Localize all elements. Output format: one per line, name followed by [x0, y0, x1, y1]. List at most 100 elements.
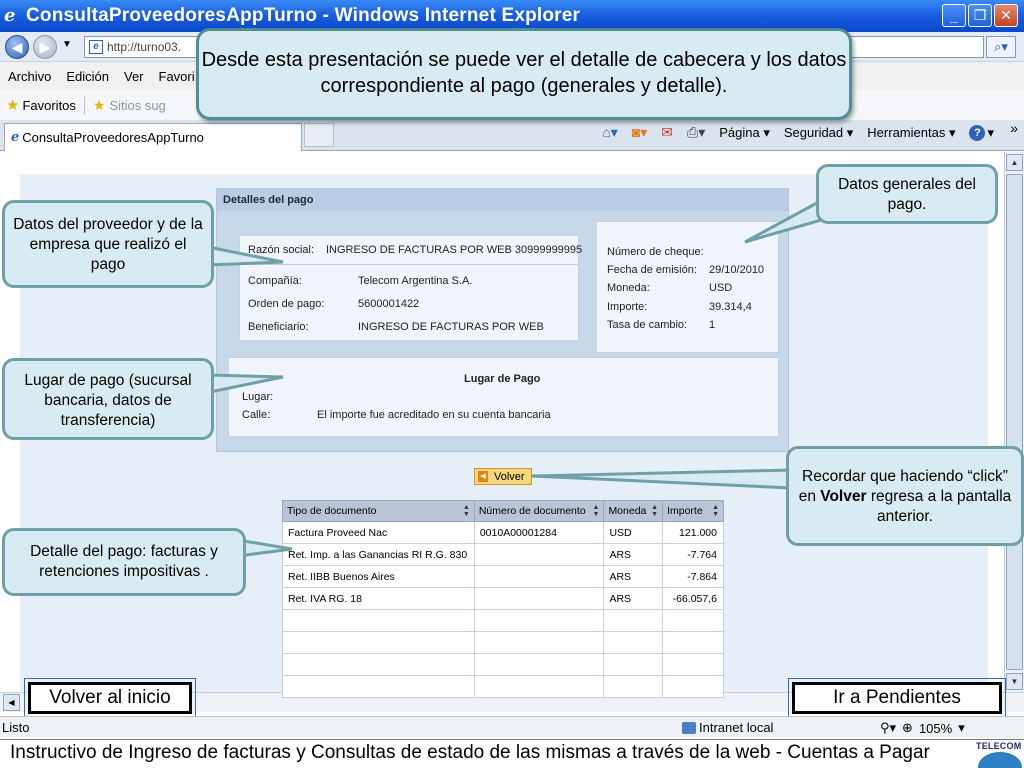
- pagina-menu[interactable]: Página ▾: [719, 125, 770, 141]
- orden-value: 5600001422: [358, 298, 420, 310]
- razon-value: INGRESO DE FACTURAS POR WEB 30999999995: [326, 244, 583, 256]
- scroll-left-icon[interactable]: ◀: [3, 694, 20, 711]
- history-dropdown-icon[interactable]: ▼: [62, 39, 72, 50]
- new-tab-button[interactable]: [304, 123, 334, 147]
- tab-bar: e ConsultaProveedoresAppTurno ⌂▾ ◙▾ ✉ ⎙▾…: [0, 120, 1024, 151]
- sort-icon[interactable]: ▲ ▼: [593, 504, 600, 518]
- maximize-button[interactable]: ❐: [968, 4, 992, 27]
- table-row[interactable]: Factura Proveed Nac 0010A00001284 USD 121.0…: [282, 521, 724, 544]
- lugar-title: Lugar de Pago: [464, 373, 541, 385]
- general-data-box: Número de cheque: Fecha de emisión: 29/1…: [596, 221, 779, 353]
- sort-icon[interactable]: ▲ ▼: [463, 504, 470, 518]
- zoom-level: 105%: [918, 720, 953, 736]
- suggested-sites-link[interactable]: Sitios sug: [109, 98, 165, 113]
- col-moneda[interactable]: Moneda ▲ ▼: [603, 500, 664, 522]
- scroll-down-icon[interactable]: ▼: [1006, 673, 1023, 690]
- menu-favoritos[interactable]: Favori: [159, 69, 195, 84]
- feeds-icon[interactable]: ◙▾: [632, 124, 647, 141]
- callout-generales: Datos generales del pago.: [816, 164, 998, 224]
- favorites-button[interactable]: Favoritos: [22, 98, 75, 113]
- moneda-value: USD: [709, 282, 733, 294]
- vertical-scrollbar[interactable]: ▲ ▼: [1004, 152, 1024, 692]
- col-tipo-documento[interactable]: Tipo de documento ▲ ▼: [282, 500, 475, 522]
- chevron-more-icon[interactable]: »: [1010, 120, 1018, 136]
- close-button[interactable]: ✕: [994, 4, 1018, 27]
- ir-pendientes-button[interactable]: Ir a Pendientes: [788, 678, 1006, 718]
- cheque-label: Número de cheque:: [607, 246, 704, 258]
- home-icon[interactable]: ⌂▾: [602, 124, 617, 141]
- beneficiario-label: Beneficiario:: [248, 321, 309, 333]
- callout-volver: Recordar que haciendo “click” en Volver …: [786, 446, 1024, 546]
- callout-proveedor: Datos del proveedor y de la empresa que …: [2, 200, 214, 288]
- url-text: http://turno03.: [107, 40, 182, 54]
- telecom-logo: TELECOM: [970, 740, 1024, 768]
- divider: [240, 264, 578, 265]
- tab-title: ConsultaProveedoresAppTurno: [22, 129, 204, 145]
- menu-archivo[interactable]: Archivo: [8, 69, 51, 84]
- security-zone: Intranet local: [682, 720, 773, 735]
- table-row[interactable]: Ret. IIBB Buenos Aires ARS -7.864: [282, 565, 724, 588]
- menu-ver[interactable]: Ver: [124, 69, 144, 84]
- importe-value: 39.314,4: [709, 301, 752, 313]
- razon-label: Razón social:: [248, 244, 315, 256]
- logo-text: TELECOM: [976, 741, 1022, 751]
- volver-label: Volver: [494, 470, 525, 483]
- back-button[interactable]: ◀: [5, 35, 29, 59]
- window-title: ConsultaProveedoresAppTurno - Windows In…: [26, 5, 581, 26]
- col-importe[interactable]: Importe ▲ ▼: [662, 500, 724, 522]
- mail-icon[interactable]: ✉: [661, 124, 673, 141]
- orden-label: Orden de pago:: [248, 298, 325, 310]
- ie-logo-icon: e: [4, 5, 16, 26]
- separator: [83, 96, 85, 114]
- favorites-star-icon: ★: [6, 97, 20, 114]
- menu-edicion[interactable]: Edición: [66, 69, 109, 84]
- slide-footer: Instructivo de Ingreso de facturas y Con…: [0, 739, 1024, 768]
- add-favorite-icon[interactable]: ★: [93, 97, 106, 114]
- tab-consulta[interactable]: e ConsultaProveedoresAppTurno: [4, 123, 302, 151]
- beneficiario-value: INGRESO DE FACTURAS POR WEB: [358, 321, 544, 333]
- fecha-value: 29/10/2010: [709, 264, 765, 276]
- volver-button[interactable]: ◀ Volver: [474, 468, 532, 485]
- calle-value: El importe fue acreditado en su cuenta b…: [317, 409, 551, 421]
- seguridad-menu[interactable]: Seguridad ▾: [784, 125, 853, 141]
- compania-label: Compañía:: [248, 275, 302, 287]
- forward-button[interactable]: ▶: [33, 35, 57, 59]
- lugar-label: Lugar:: [242, 391, 274, 403]
- panel-title: Detalles del pago: [217, 189, 788, 211]
- calle-label: Calle:: [242, 409, 271, 421]
- command-bar: ⌂▾ ◙▾ ✉ ⎙▾ Página ▾ Seguridad ▾ Herramie…: [602, 124, 994, 141]
- footer-text: Instructivo de Ingreso de facturas y Con…: [10, 742, 930, 763]
- col-numero-documento[interactable]: Número de documento ▲ ▼: [473, 500, 605, 522]
- help-menu[interactable]: ? ▾: [969, 124, 994, 141]
- zoom-icon: ⊕: [902, 720, 913, 735]
- search-icon[interactable]: ⌕▾: [986, 36, 1016, 58]
- window-controls: _ ❐ ✕: [942, 4, 1018, 27]
- table-row[interactable]: Ret. IVA RG. 18 ARS -66.057,6: [282, 587, 724, 610]
- payment-detail-table: Tipo de documento ▲ ▼ Número de documento ▲…: [282, 500, 724, 698]
- moneda-label: Moneda:: [607, 282, 650, 294]
- payment-place-box: Lugar de Pago Lugar: Calle: El importe f…: [228, 357, 779, 437]
- volver-inicio-button[interactable]: Volver al inicio: [24, 678, 196, 718]
- sort-icon[interactable]: ▲ ▼: [712, 504, 719, 518]
- fecha-label: Fecha de emisión:: [607, 264, 697, 276]
- zoom-control[interactable]: ⚲▾ ⊕ 105% ▾: [880, 720, 965, 736]
- callout-lugar: Lugar de pago (sucursal bancaria, datos …: [2, 358, 214, 440]
- zoom-dropdown-icon[interactable]: ▾: [958, 720, 965, 736]
- minimize-button[interactable]: _: [942, 4, 966, 27]
- table-row[interactable]: Ret. Imp. a las Ganancias RI R.G. 830 ARS…: [282, 543, 724, 566]
- status-bar: Listo Intranet local ⚲▾ ⊕ 105% ▾: [0, 716, 1024, 738]
- print-icon[interactable]: ⎙▾: [687, 124, 705, 141]
- zone-label: Intranet local: [699, 720, 774, 735]
- herramientas-menu[interactable]: Herramientas ▾: [867, 125, 955, 141]
- scroll-up-icon[interactable]: ▲: [1006, 154, 1023, 171]
- table-header-row: Tipo de documento ▲ ▼ Número de documento ▲…: [282, 500, 724, 522]
- tasa-label: Tasa de cambio:: [607, 319, 688, 331]
- protected-mode-icon[interactable]: ⚲▾: [880, 720, 896, 736]
- sort-icon[interactable]: ▲ ▼: [651, 504, 658, 518]
- callout-top: Desde esta presentación se puede ver el …: [196, 28, 852, 120]
- help-icon: ?: [969, 124, 986, 141]
- callout-detalle: Detalle del pago: facturas y retenciones…: [2, 528, 246, 596]
- scroll-thumb[interactable]: [1006, 174, 1023, 670]
- ie-tab-icon: e: [11, 129, 20, 145]
- table-row: [282, 609, 724, 632]
